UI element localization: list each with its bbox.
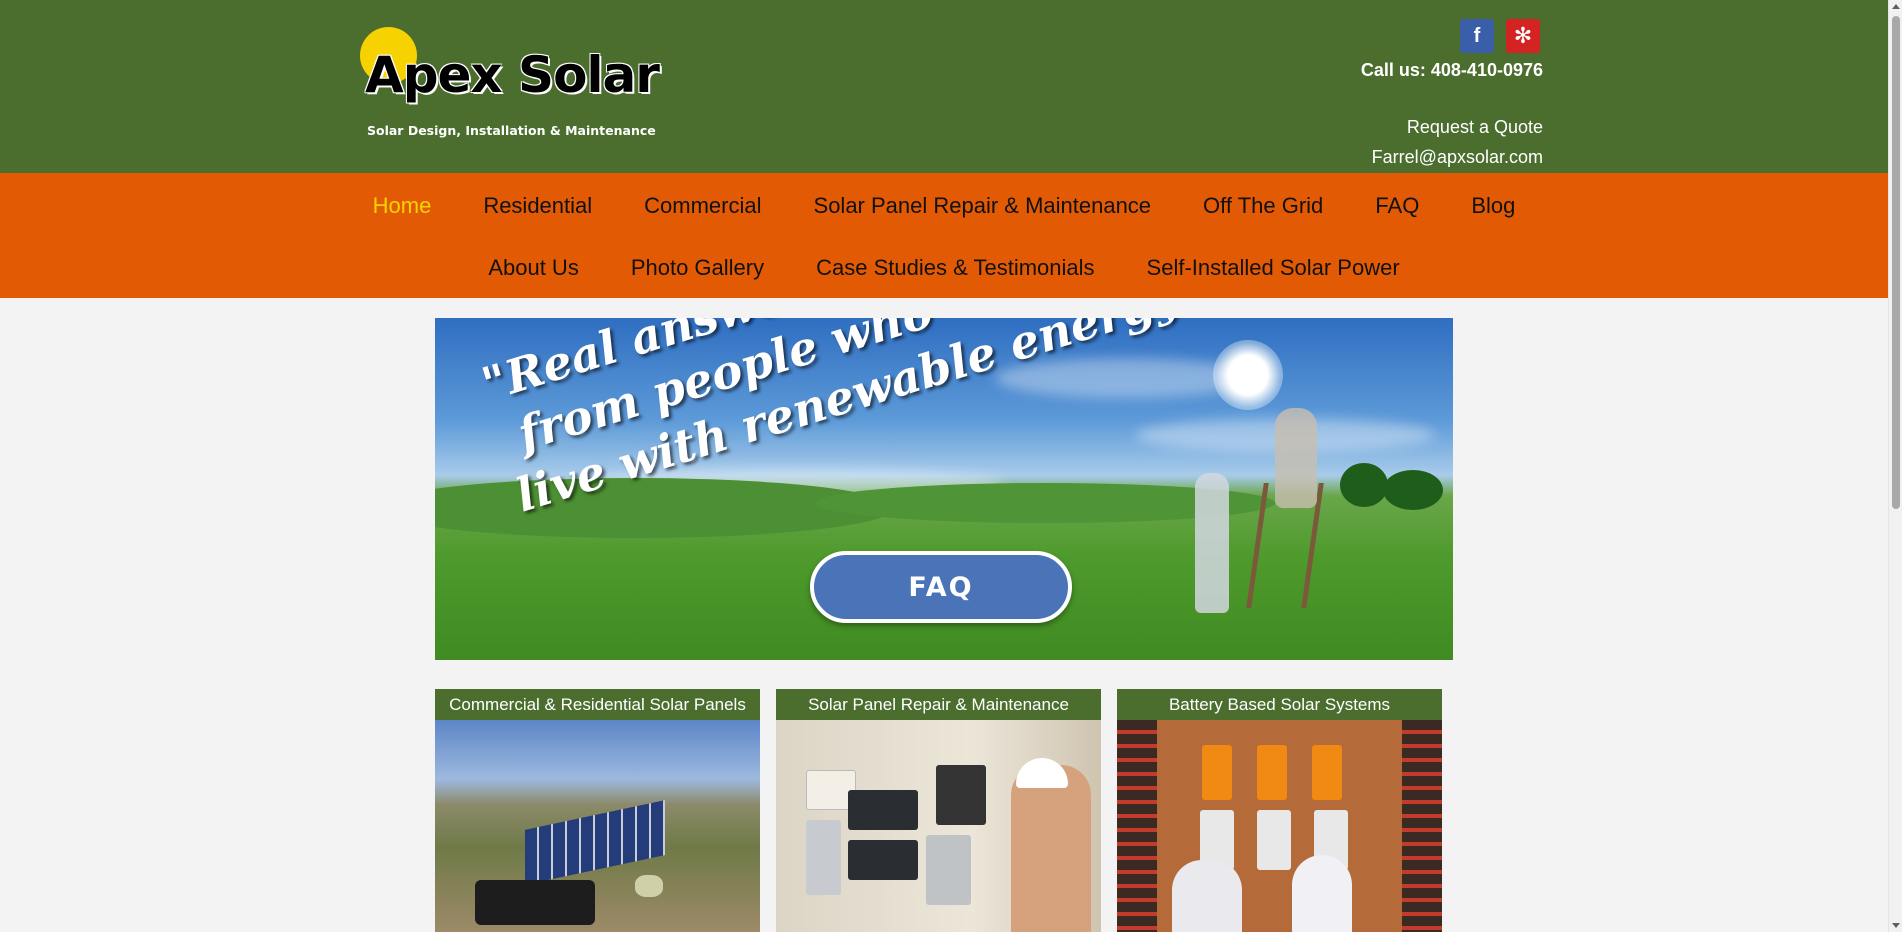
battery-room-photo[interactable] [1117,720,1442,932]
logo-text: Apex Solar [365,46,660,104]
logo-tagline: Solar Design, Installation & Maintenance [367,123,656,138]
solar-installation-photo[interactable] [435,720,760,932]
girl-figure [1275,408,1317,508]
site-header: Apex Solar Solar Design, Installation & … [0,0,1888,173]
nav-item-blog[interactable]: Blog [1445,191,1541,221]
nav-item-case-studies[interactable]: Case Studies & Testimonials [790,253,1120,283]
nav-item-home[interactable]: Home [347,191,458,221]
email-link[interactable]: Farrel@apxsolar.com [1372,147,1543,168]
scroll-down-icon[interactable] [1892,923,1900,928]
nav-row-secondary: About Us Photo Gallery Case Studies & Te… [0,253,1888,283]
nav-item-self-installed[interactable]: Self-Installed Solar Power [1121,253,1426,283]
scroll-thumb[interactable] [1892,16,1900,509]
repair-technician-photo[interactable] [776,720,1101,932]
yelp-icon[interactable]: ✻ [1506,19,1540,53]
boy-figure [1195,473,1229,613]
sun-icon [1213,340,1283,410]
main-navigation: Home Residential Commercial Solar Panel … [0,173,1888,298]
request-quote-link[interactable]: Request a Quote [1407,117,1543,138]
nav-item-faq[interactable]: FAQ [1349,191,1445,221]
phone-number[interactable]: Call us: 408-410-0976 [1361,60,1543,81]
card-commercial-residential[interactable]: Commercial & Residential Solar Panels [435,689,760,932]
card-title[interactable]: Solar Panel Repair & Maintenance [776,689,1101,720]
scroll-up-icon[interactable] [1892,4,1900,9]
page-scrollbar[interactable] [1888,0,1902,932]
nav-item-photo-gallery[interactable]: Photo Gallery [605,253,790,283]
card-title[interactable]: Commercial & Residential Solar Panels [435,689,760,720]
site-logo[interactable]: Apex Solar Solar Design, Installation & … [357,24,660,144]
faq-button[interactable]: FAQ [810,551,1072,623]
card-repair-maintenance[interactable]: Solar Panel Repair & Maintenance [776,689,1101,932]
nav-row-primary: Home Residential Commercial Solar Panel … [0,191,1888,221]
card-title[interactable]: Battery Based Solar Systems [1117,689,1442,720]
hero-banner[interactable]: "Real answers from people who live with … [435,318,1453,660]
nav-item-off-the-grid[interactable]: Off The Grid [1177,191,1349,221]
nav-item-repair-maintenance[interactable]: Solar Panel Repair & Maintenance [788,191,1178,221]
nav-item-residential[interactable]: Residential [457,191,618,221]
card-battery-systems[interactable]: Battery Based Solar Systems [1117,689,1442,932]
nav-item-commercial[interactable]: Commercial [618,191,787,221]
facebook-icon[interactable]: f [1460,19,1494,53]
nav-item-about-us[interactable]: About Us [462,253,605,283]
